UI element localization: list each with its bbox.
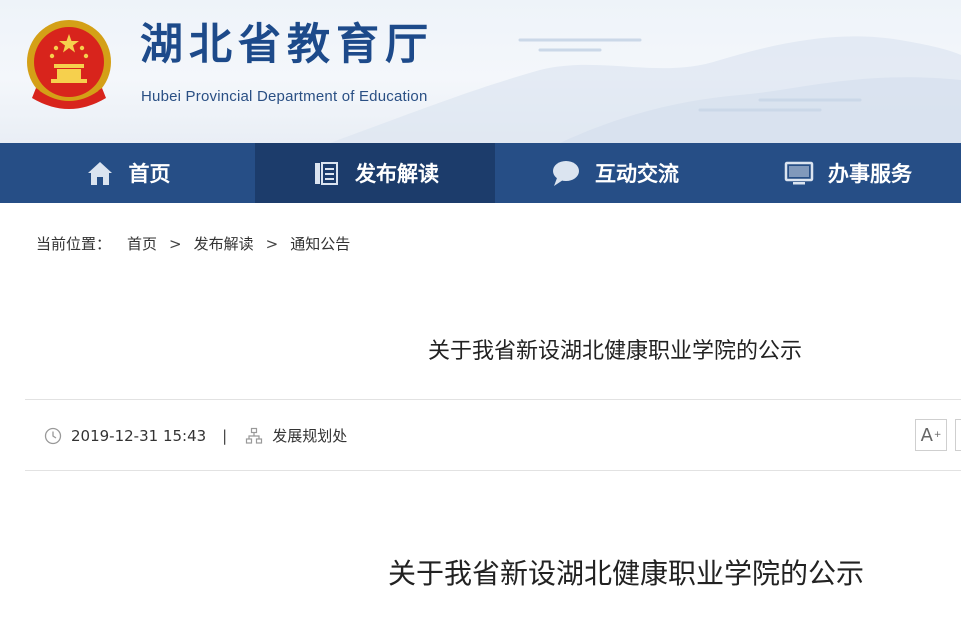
breadcrumb-link-home[interactable]: 首页 (127, 233, 157, 254)
chat-bubble-icon (551, 158, 581, 188)
clock-icon (44, 427, 62, 445)
nav-item-label: 发布解读 (355, 162, 439, 186)
nav-item-label: 首页 (128, 162, 171, 186)
nav-item-interaction[interactable]: 互动交流 (495, 143, 735, 203)
meta-separator: | (222, 426, 228, 445)
font-button-plus: + (933, 430, 942, 440)
nav-item-services[interactable]: 办事服务 (735, 143, 961, 203)
breadcrumb: 当前位置： 首页 > 发布解读 > 通知公告 (36, 233, 350, 254)
publish-date: 2019-12-31 15:43 (71, 426, 207, 445)
breadcrumb-separator: > (169, 234, 182, 253)
home-icon (85, 158, 115, 188)
site-header: 湖北省教育厅 Hubei Provincial Department of Ed… (0, 0, 961, 143)
nav-item-label: 互动交流 (595, 162, 679, 186)
article-title: 关于我省新设湖北健康职业学院的公示 (427, 339, 802, 364)
monitor-icon (784, 158, 814, 188)
nav-item-label: 办事服务 (828, 162, 912, 186)
document-list-icon (311, 158, 341, 188)
site-subtitle: Hubei Provincial Department of Education (141, 88, 428, 105)
font-button-label: A (920, 424, 933, 446)
content-title: 关于我省新设湖北健康职业学院的公示 (387, 557, 864, 590)
org-chart-icon (245, 427, 263, 445)
site-title: 湖北省教育厅 (140, 20, 434, 70)
font-increase-button[interactable]: A + (915, 419, 947, 451)
font-decrease-button[interactable] (955, 419, 961, 451)
nav-item-publish[interactable]: 发布解读 (255, 143, 495, 203)
article-meta: 2019-12-31 15:43 | 发展规划处 (44, 425, 347, 446)
department: 发展规划处 (272, 427, 348, 445)
national-emblem-icon (27, 20, 111, 109)
divider (25, 399, 961, 400)
breadcrumb-link-publish[interactable]: 发布解读 (194, 233, 254, 254)
nav-item-home[interactable]: 首页 (0, 143, 255, 203)
breadcrumb-prefix: 当前位置： (36, 235, 112, 253)
divider (25, 470, 961, 471)
breadcrumb-link-notices[interactable]: 通知公告 (290, 233, 350, 254)
breadcrumb-separator: > (265, 234, 279, 253)
main-nav: 首页 发布解读 互动交流 办事服务 (0, 143, 961, 203)
